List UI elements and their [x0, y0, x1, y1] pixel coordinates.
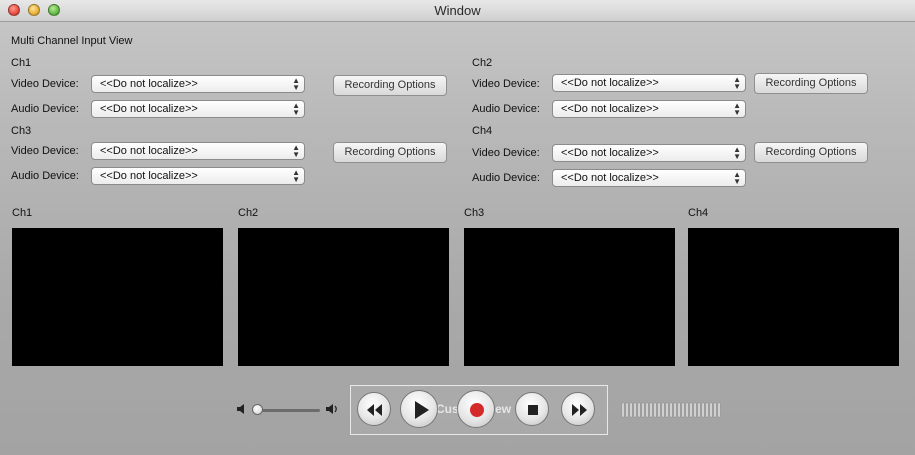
fast-forward-button[interactable]: [561, 392, 595, 426]
channel-4-heading: Ch4: [472, 125, 493, 137]
app-window: Window Multi Channel Input View Ch1 Vide…: [0, 0, 915, 455]
level-meter-segment: [685, 402, 689, 418]
level-meter-segment: [633, 402, 637, 418]
preview-ch4-screen: [688, 228, 899, 366]
level-meter-segment: [649, 402, 653, 418]
title-bar: Window: [0, 0, 915, 22]
ch4-audio-device-popup[interactable]: <<Do not localize>> ▲ ▼: [552, 169, 746, 187]
preview-ch2-screen: [238, 228, 449, 366]
preview-ch4-label: Ch4: [688, 207, 709, 219]
channel-2-heading: Ch2: [472, 57, 493, 69]
ch3-audio-device-value: <<Do not localize>>: [100, 170, 198, 182]
volume-high-icon: [326, 404, 337, 414]
ch4-video-device-popup[interactable]: <<Do not localize>> ▲ ▼: [552, 144, 746, 162]
level-meter-segment: [637, 402, 641, 418]
level-meter-segment: [673, 402, 677, 418]
rewind-icon: [367, 404, 382, 416]
level-meter-segment: [713, 402, 717, 418]
level-meter-segment: [653, 402, 657, 418]
ch1-audio-device-label: Audio Device:: [11, 103, 79, 115]
ch2-recording-options-button[interactable]: Recording Options: [754, 73, 868, 94]
preview-ch1-label: Ch1: [12, 207, 33, 219]
ch4-audio-device-value: <<Do not localize>>: [561, 172, 659, 184]
volume-slider-track[interactable]: [254, 409, 320, 412]
popup-arrows-icon: ▲ ▼: [733, 145, 741, 161]
level-meter-segment: [677, 402, 681, 418]
rewind-button[interactable]: [357, 392, 391, 426]
volume-slider-knob[interactable]: [252, 404, 263, 415]
play-icon: [415, 401, 429, 419]
section-title: Multi Channel Input View: [11, 35, 133, 47]
window-title: Window: [434, 3, 481, 18]
level-meter-segment: [625, 402, 629, 418]
ch1-recording-options-button[interactable]: Recording Options: [333, 75, 447, 96]
ch1-video-device-label: Video Device:: [11, 78, 79, 90]
level-meter-segment: [621, 402, 625, 418]
record-icon: [470, 403, 484, 417]
channel-1-heading: Ch1: [11, 57, 32, 69]
level-meter-segment: [705, 402, 709, 418]
stop-button[interactable]: [515, 392, 549, 426]
ch3-audio-device-label: Audio Device:: [11, 170, 79, 182]
ch2-video-device-label: Video Device:: [472, 78, 540, 90]
ch1-audio-device-value: <<Do not localize>>: [100, 103, 198, 115]
ch1-audio-device-popup[interactable]: <<Do not localize>> ▲ ▼: [91, 100, 305, 118]
ch3-video-device-label: Video Device:: [11, 145, 79, 157]
ch3-audio-device-popup[interactable]: <<Do not localize>> ▲ ▼: [91, 167, 305, 185]
ch2-video-device-value: <<Do not localize>>: [561, 77, 659, 89]
ch2-audio-device-value: <<Do not localize>>: [561, 103, 659, 115]
level-meter-segment: [645, 402, 649, 418]
preview-ch3-screen: [464, 228, 675, 366]
popup-arrows-icon: ▲ ▼: [292, 101, 300, 117]
popup-arrows-icon: ▲ ▼: [733, 170, 741, 186]
level-meter-segment: [693, 402, 697, 418]
preview-ch3-label: Ch3: [464, 207, 485, 219]
ch2-audio-device-popup[interactable]: <<Do not localize>> ▲ ▼: [552, 100, 746, 118]
channel-3-heading: Ch3: [11, 125, 32, 137]
ch4-recording-options-button[interactable]: Recording Options: [754, 142, 868, 163]
ch4-video-device-label: Video Device:: [472, 147, 540, 159]
ch1-video-device-value: <<Do not localize>>: [100, 78, 198, 90]
level-meter-segment: [701, 402, 705, 418]
volume-low-icon: [237, 404, 244, 414]
ch1-video-device-popup[interactable]: <<Do not localize>> ▲ ▼: [91, 75, 305, 93]
level-meter-segment: [661, 402, 665, 418]
level-meter-segment: [717, 402, 721, 418]
level-meter-segment: [709, 402, 713, 418]
ch2-audio-device-label: Audio Device:: [472, 103, 540, 115]
level-meter-segment: [669, 402, 673, 418]
ch3-video-device-value: <<Do not localize>>: [100, 145, 198, 157]
popup-arrows-icon: ▲ ▼: [733, 75, 741, 91]
ch3-video-device-popup[interactable]: <<Do not localize>> ▲ ▼: [91, 142, 305, 160]
level-meter-segment: [665, 402, 669, 418]
ch4-audio-device-label: Audio Device:: [472, 172, 540, 184]
level-meter-segment: [681, 402, 685, 418]
record-button[interactable]: [457, 390, 495, 428]
ch4-video-device-value: <<Do not localize>>: [561, 147, 659, 159]
transport-controls: Custom View: [350, 385, 608, 435]
level-meter-segment: [689, 402, 693, 418]
ch3-recording-options-button[interactable]: Recording Options: [333, 142, 447, 163]
stop-icon: [528, 405, 538, 415]
popup-arrows-icon: ▲ ▼: [292, 143, 300, 159]
ch2-video-device-popup[interactable]: <<Do not localize>> ▲ ▼: [552, 74, 746, 92]
popup-arrows-icon: ▲ ▼: [733, 101, 741, 117]
preview-ch1-screen: [12, 228, 223, 366]
play-button[interactable]: [400, 390, 438, 428]
level-meter-segment: [629, 402, 633, 418]
popup-arrows-icon: ▲ ▼: [292, 76, 300, 92]
audio-level-meter: [621, 402, 721, 418]
fast-forward-icon: [572, 404, 587, 416]
level-meter-segment: [657, 402, 661, 418]
preview-ch2-label: Ch2: [238, 207, 259, 219]
level-meter-segment: [697, 402, 701, 418]
level-meter-segment: [641, 402, 645, 418]
popup-arrows-icon: ▲ ▼: [292, 168, 300, 184]
